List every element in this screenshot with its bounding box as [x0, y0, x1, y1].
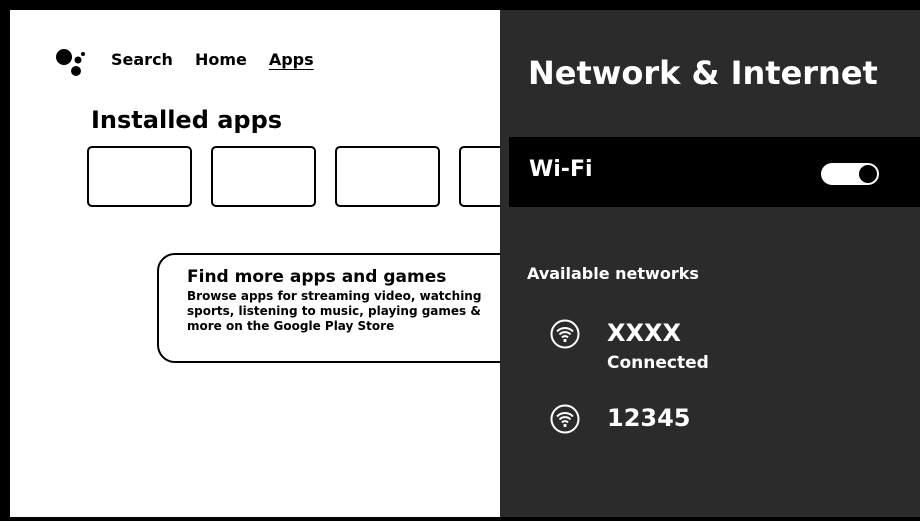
- wifi-row[interactable]: Wi-Fi: [509, 137, 920, 207]
- network-settings-panel: Network & Internet Wi-Fi Available netwo…: [500, 10, 920, 517]
- app-tile[interactable]: [211, 146, 316, 207]
- wifi-toggle[interactable]: [821, 163, 879, 185]
- promo-description: Browse apps for streaming video, watchin…: [187, 289, 482, 333]
- nav-search[interactable]: Search: [111, 50, 173, 69]
- wifi-label: Wi-Fi: [529, 157, 593, 182]
- available-networks-label: Available networks: [527, 264, 699, 283]
- top-nav: Search Home Apps: [111, 50, 314, 69]
- wifi-icon: [550, 404, 580, 434]
- toggle-knob: [859, 165, 877, 183]
- nav-apps[interactable]: Apps: [269, 50, 314, 69]
- nav-home[interactable]: Home: [195, 50, 247, 69]
- network-name: 12345: [607, 404, 691, 432]
- tv-screen: Search Home Apps Installed apps Find mor…: [10, 10, 920, 517]
- app-tile[interactable]: [335, 146, 440, 207]
- network-name: XXXX: [607, 319, 682, 347]
- installed-apps-title: Installed apps: [91, 106, 283, 134]
- network-status: Connected: [607, 353, 709, 373]
- wifi-icon: [550, 319, 580, 349]
- app-tile[interactable]: [87, 146, 192, 207]
- panel-title: Network & Internet: [528, 54, 878, 92]
- google-assistant-icon[interactable]: [54, 47, 88, 81]
